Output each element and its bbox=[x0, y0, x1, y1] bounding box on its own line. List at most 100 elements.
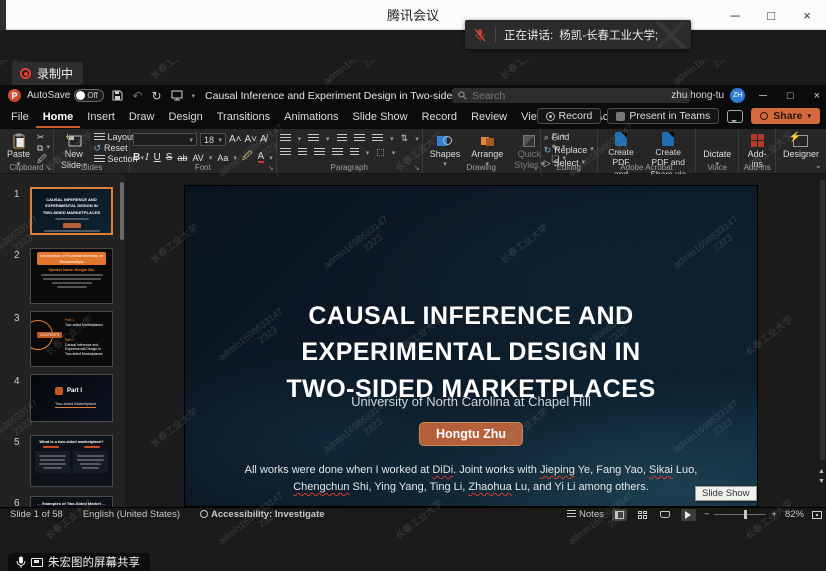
find-icon: ⌕ bbox=[544, 132, 549, 142]
tab-insert[interactable]: Insert bbox=[80, 107, 122, 128]
increase-indent-icon[interactable] bbox=[354, 134, 365, 143]
notes-button[interactable]: Notes bbox=[567, 509, 604, 520]
columns-icon[interactable] bbox=[350, 148, 359, 157]
recording-badge[interactable]: 录制中 bbox=[12, 62, 83, 85]
slide-sorter-icon bbox=[638, 511, 647, 519]
tab-slide-show[interactable]: Slide Show bbox=[346, 107, 415, 128]
accessibility-status[interactable]: Accessibility: Investigate bbox=[190, 509, 335, 520]
slide-2-thumbnail[interactable]: Declaration of Financial Interests or Re… bbox=[30, 248, 113, 304]
normal-view-button[interactable] bbox=[612, 509, 627, 521]
close-icon[interactable]: × bbox=[800, 8, 814, 23]
slide-3-thumbnail[interactable]: CONTENTS Part 1Two-sided Marketplaces Pa… bbox=[30, 311, 113, 367]
justify-icon[interactable] bbox=[332, 148, 343, 157]
font-size-select[interactable]: 18▾ bbox=[200, 133, 226, 146]
slideshow-from-start-icon[interactable] bbox=[171, 90, 183, 101]
tab-transitions[interactable]: Transitions bbox=[210, 107, 277, 128]
text-direction-icon[interactable]: ⇅ bbox=[401, 133, 409, 144]
qat-customize-icon[interactable]: ▾ bbox=[192, 92, 196, 100]
avatar[interactable]: ZH bbox=[730, 88, 745, 103]
meeting-titlebar: 腾讯会议 ─ □ × bbox=[0, 0, 826, 30]
slideshow-view-button[interactable] bbox=[681, 509, 696, 521]
tab-animations[interactable]: Animations bbox=[277, 107, 345, 128]
tab-design[interactable]: Design bbox=[161, 107, 209, 128]
line-spacing-icon[interactable] bbox=[372, 134, 383, 143]
zoom-in-icon[interactable]: + bbox=[771, 509, 777, 520]
record-button[interactable]: Record bbox=[537, 108, 602, 124]
character-spacing-button[interactable]: AV bbox=[192, 153, 203, 163]
speaking-prefix: 正在讲话: bbox=[504, 27, 553, 43]
slide-1-thumbnail[interactable]: CAUSAL INFERENCE AND EXPERIMENTAL DESIGN… bbox=[30, 187, 113, 235]
next-slide-icon[interactable]: ▼ bbox=[818, 478, 825, 485]
autosave-toggle[interactable]: Off bbox=[74, 89, 104, 102]
minimize-icon[interactable]: ─ bbox=[759, 90, 767, 102]
zoom-percentage[interactable]: 82% bbox=[785, 509, 804, 520]
arrange-label: Arrange bbox=[471, 150, 503, 160]
slide-counter: Slide 1 of 58 bbox=[0, 509, 73, 520]
clipboard-dialog-launcher-icon[interactable]: ↘ bbox=[45, 164, 51, 172]
minimize-icon[interactable]: ─ bbox=[728, 8, 742, 23]
autosave-control[interactable]: AutoSave Off bbox=[27, 89, 104, 102]
previous-slide-icon[interactable]: ▲ bbox=[818, 468, 825, 475]
align-right-icon[interactable] bbox=[314, 148, 325, 157]
tab-draw[interactable]: Draw bbox=[122, 107, 162, 128]
zoom-out-icon[interactable]: − bbox=[704, 509, 710, 520]
grow-font-button[interactable]: A˄ bbox=[229, 134, 242, 145]
speaking-speaker: 杨凯-长春工业大学; bbox=[559, 27, 658, 43]
change-case-button[interactable]: Aa bbox=[217, 153, 228, 163]
slide-5-thumbnail[interactable]: What is a two-sided marketplace? bbox=[30, 435, 113, 487]
work-area: 1 CAUSAL INFERENCE AND EXPERIMENTAL DESI… bbox=[0, 174, 826, 507]
voice-group-label: Voice bbox=[696, 162, 738, 173]
language-status[interactable]: English (United States) bbox=[73, 509, 190, 520]
text-shadow-button[interactable]: ab bbox=[177, 153, 187, 163]
comments-icon[interactable] bbox=[727, 110, 743, 123]
current-slide[interactable]: CAUSAL INFERENCE AND EXPERIMENTAL DESIGN… bbox=[185, 186, 757, 506]
font-dialog-launcher-icon[interactable]: ↘ bbox=[268, 164, 274, 172]
tab-review[interactable]: Review bbox=[464, 107, 514, 128]
cut-button[interactable]: ✂ bbox=[37, 132, 50, 142]
slide-6-thumbnail[interactable]: — Examples of Two-Sided Market — bbox=[30, 496, 113, 507]
shrink-font-button[interactable]: A˅ bbox=[244, 134, 257, 145]
zoom-slider[interactable] bbox=[714, 514, 766, 515]
reading-view-icon bbox=[660, 511, 670, 518]
slide-sorter-button[interactable] bbox=[635, 509, 650, 521]
drawing-dialog-launcher-icon[interactable]: ↘ bbox=[532, 164, 538, 172]
close-icon[interactable]: × bbox=[814, 90, 820, 102]
reading-view-button[interactable] bbox=[658, 509, 673, 521]
redo-icon[interactable]: ↻ bbox=[151, 90, 161, 102]
thumbnail-scrollbar[interactable] bbox=[120, 182, 124, 240]
save-icon[interactable] bbox=[112, 90, 123, 101]
slide-4-thumbnail[interactable]: Part I Two-sided Marketplace bbox=[30, 374, 113, 422]
decrease-indent-icon[interactable] bbox=[337, 134, 348, 143]
slide-number: 3 bbox=[14, 313, 20, 324]
tab-home[interactable]: Home bbox=[36, 107, 81, 128]
align-center-icon[interactable] bbox=[298, 148, 307, 157]
undo-icon[interactable]: ↶ bbox=[132, 90, 142, 102]
reset-icon: ↺ bbox=[94, 143, 102, 153]
tab-file[interactable]: File bbox=[4, 107, 36, 128]
search-input[interactable] bbox=[472, 90, 684, 102]
slide-nav-arrows[interactable]: ▲ ▼ bbox=[817, 468, 826, 485]
tab-record[interactable]: Record bbox=[415, 107, 464, 128]
font-name-select[interactable]: ▾ bbox=[133, 133, 197, 146]
bullets-icon[interactable] bbox=[280, 134, 291, 143]
zoom-slider-thumb[interactable] bbox=[744, 510, 747, 519]
clear-formatting-button[interactable]: A̸ bbox=[260, 134, 267, 145]
align-left-icon[interactable] bbox=[280, 148, 291, 157]
maximize-icon[interactable]: □ bbox=[764, 8, 778, 23]
copy-button[interactable]: ⧉▾ bbox=[37, 143, 50, 153]
smartart-icon[interactable]: ⬚ bbox=[376, 147, 385, 158]
restore-icon[interactable]: □ bbox=[787, 90, 794, 102]
present-in-teams-button[interactable]: Present in Teams bbox=[607, 108, 719, 124]
account-control[interactable]: zhu hong-tu ZH bbox=[671, 88, 745, 103]
screen-share-badge[interactable]: 朱宏图的屏幕共享 bbox=[8, 553, 150, 571]
paragraph-dialog-launcher-icon[interactable]: ↘ bbox=[414, 164, 420, 172]
replace-button[interactable]: ↻Replace▾ bbox=[544, 145, 594, 155]
share-button[interactable]: Share ▾ bbox=[751, 108, 820, 124]
designer-button[interactable]: Designer bbox=[779, 131, 823, 161]
find-button[interactable]: ⌕Find bbox=[544, 132, 594, 142]
collapse-ribbon-icon[interactable]: ⌄ bbox=[814, 160, 822, 171]
fit-to-window-icon[interactable] bbox=[812, 511, 822, 519]
canvas-scrollbar[interactable] bbox=[820, 180, 825, 460]
numbering-icon[interactable] bbox=[308, 134, 319, 143]
search-box[interactable] bbox=[452, 88, 690, 103]
